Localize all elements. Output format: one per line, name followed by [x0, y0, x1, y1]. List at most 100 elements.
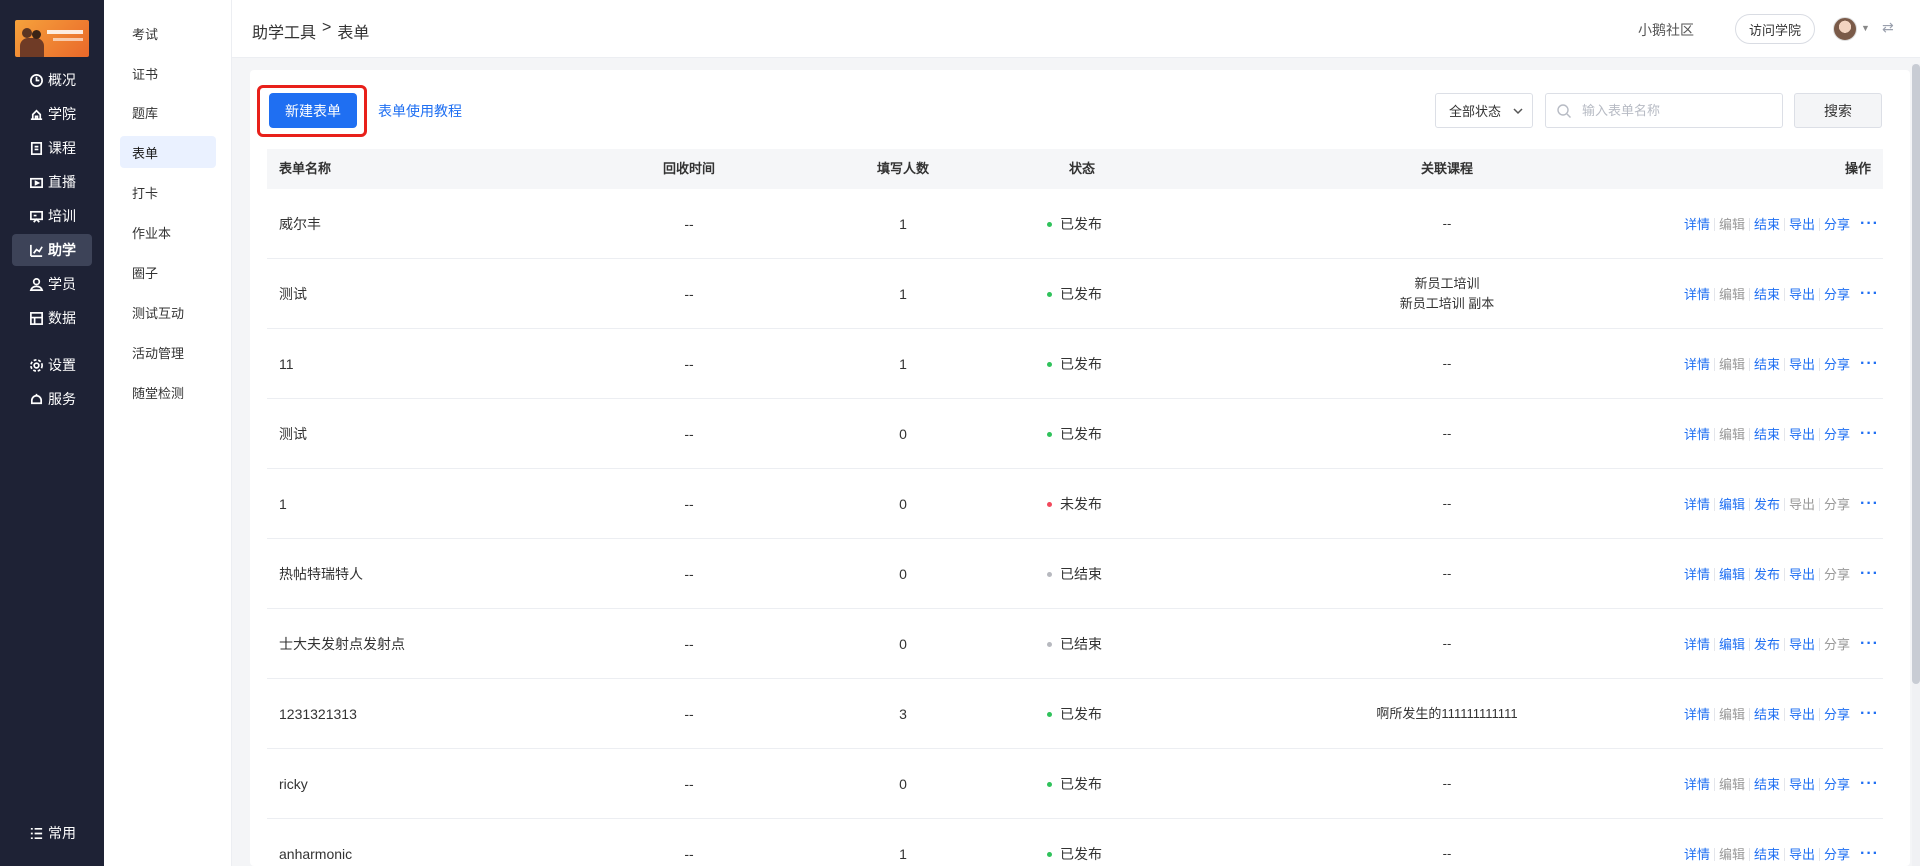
row-action-0[interactable]: 详情 [1680, 428, 1714, 441]
row-action-4[interactable]: 分享 [1819, 637, 1854, 651]
breadcrumb-parent[interactable]: 助学工具 [252, 19, 316, 43]
more-icon[interactable]: ··· [1860, 215, 1879, 233]
nav-item-1[interactable]: 学院 [12, 98, 92, 130]
row-action-0[interactable]: 详情 [1680, 708, 1714, 721]
search-field[interactable] [1545, 93, 1783, 128]
more-icon[interactable]: ··· [1860, 495, 1879, 513]
row-action-3[interactable]: 导出 [1783, 707, 1819, 721]
new-form-button[interactable]: 新建表单 [269, 93, 357, 128]
status-cell: 已发布 [1047, 749, 1102, 819]
nav-item-9[interactable]: 服务 [12, 383, 92, 415]
row-action-1[interactable]: 编辑 [1713, 567, 1749, 581]
more-icon[interactable]: ··· [1860, 355, 1879, 373]
row-action-1[interactable]: 编辑 [1713, 847, 1749, 861]
row-action-0[interactable]: 详情 [1680, 778, 1714, 791]
subnav-item[interactable]: 考试 [120, 17, 216, 49]
row-action-3[interactable]: 导出 [1783, 427, 1819, 441]
more-icon[interactable]: ··· [1860, 705, 1879, 723]
row-action-2[interactable]: 结束 [1748, 287, 1784, 301]
status-text: 已结束 [1060, 636, 1102, 652]
row-action-3[interactable]: 导出 [1783, 777, 1819, 791]
academy-logo[interactable] [15, 20, 89, 57]
row-action-4[interactable]: 分享 [1819, 427, 1854, 441]
row-action-3[interactable]: 导出 [1783, 357, 1819, 371]
row-action-1[interactable]: 编辑 [1713, 497, 1749, 511]
row-action-1[interactable]: 编辑 [1713, 427, 1749, 441]
row-action-4[interactable]: 分享 [1819, 287, 1854, 301]
row-action-2[interactable]: 结束 [1748, 217, 1784, 231]
status-filter-select[interactable]: 全部状态 [1435, 93, 1533, 128]
nav-item-label: 服务 [48, 391, 76, 407]
subnav-item[interactable]: 测试互动 [120, 296, 216, 328]
row-action-1[interactable]: 编辑 [1713, 357, 1749, 371]
more-icon[interactable]: ··· [1860, 775, 1879, 793]
row-action-0[interactable]: 详情 [1680, 288, 1714, 301]
row-action-0[interactable]: 详情 [1680, 568, 1714, 581]
form-tutorial-link[interactable]: 表单使用教程 [378, 101, 462, 121]
subnav-item[interactable]: 随堂检测 [120, 376, 216, 408]
row-action-1[interactable]: 编辑 [1713, 637, 1749, 651]
row-action-3[interactable]: 导出 [1783, 847, 1819, 861]
row-action-3[interactable]: 导出 [1783, 217, 1819, 231]
row-action-2[interactable]: 发布 [1748, 637, 1784, 651]
subnav-item[interactable]: 圈子 [120, 256, 216, 288]
more-icon[interactable]: ··· [1860, 635, 1879, 653]
row-action-0[interactable]: 详情 [1680, 638, 1714, 651]
nav-item-5[interactable]: 助学 [12, 234, 92, 266]
row-action-4[interactable]: 分享 [1819, 497, 1854, 511]
row-action-1[interactable]: 编辑 [1713, 707, 1749, 721]
nav-item-8[interactable]: 设置 [12, 349, 92, 381]
row-action-3[interactable]: 导出 [1783, 497, 1819, 511]
row-action-4[interactable]: 分享 [1819, 217, 1854, 231]
nav-item-0[interactable]: 概况 [12, 64, 92, 96]
swap-icon[interactable]: ⇄ [1882, 19, 1894, 36]
more-icon[interactable]: ··· [1860, 845, 1879, 863]
row-action-2[interactable]: 结束 [1748, 777, 1784, 791]
nav-item-3[interactable]: 直播 [12, 166, 92, 198]
nav-item-2[interactable]: 课程 [12, 132, 92, 164]
table-row: 11 -- 1 已发布 -- 详情 编辑 结束 导出 分享 ··· [267, 329, 1883, 399]
row-action-3[interactable]: 导出 [1783, 637, 1819, 651]
row-action-1[interactable]: 编辑 [1713, 287, 1749, 301]
subnav-item[interactable]: 表单 [120, 136, 216, 168]
subnav-item[interactable]: 作业本 [120, 216, 216, 248]
more-icon[interactable]: ··· [1860, 565, 1879, 583]
subnav-item[interactable]: 活动管理 [120, 336, 216, 368]
fill-count: 0 [899, 566, 907, 582]
row-action-0[interactable]: 详情 [1680, 848, 1714, 861]
row-action-0[interactable]: 详情 [1680, 218, 1714, 231]
row-action-2[interactable]: 结束 [1748, 357, 1784, 371]
scrollbar-thumb[interactable] [1912, 64, 1920, 684]
search-button[interactable]: 搜索 [1794, 93, 1882, 128]
row-action-4[interactable]: 分享 [1819, 567, 1854, 581]
row-action-2[interactable]: 结束 [1748, 427, 1784, 441]
row-action-4[interactable]: 分享 [1819, 777, 1854, 791]
row-action-2[interactable]: 发布 [1748, 567, 1784, 581]
nav-item-common[interactable]: 常用 [12, 817, 92, 849]
row-action-0[interactable]: 详情 [1680, 358, 1714, 371]
row-action-3[interactable]: 导出 [1783, 567, 1819, 581]
search-input[interactable] [1582, 95, 1772, 126]
subnav-item[interactable]: 打卡 [120, 176, 216, 208]
visit-academy-button[interactable]: 访问学院 [1735, 14, 1815, 44]
row-action-4[interactable]: 分享 [1819, 847, 1854, 861]
row-action-0[interactable]: 详情 [1680, 498, 1714, 511]
community-link[interactable]: 小鹅社区 [1638, 20, 1694, 40]
row-action-4[interactable]: 分享 [1819, 357, 1854, 371]
row-action-1[interactable]: 编辑 [1713, 777, 1749, 791]
subnav-item[interactable]: 证书 [120, 57, 216, 89]
row-action-2[interactable]: 发布 [1748, 497, 1784, 511]
nav-item-6[interactable]: 学员 [12, 268, 92, 300]
row-action-3[interactable]: 导出 [1783, 287, 1819, 301]
avatar[interactable] [1833, 17, 1857, 41]
nav-item-4[interactable]: 培训 [12, 200, 92, 232]
row-action-2[interactable]: 结束 [1748, 707, 1784, 721]
caret-down-icon[interactable]: ▼ [1861, 23, 1870, 33]
row-action-2[interactable]: 结束 [1748, 847, 1784, 861]
more-icon[interactable]: ··· [1860, 425, 1879, 443]
row-action-4[interactable]: 分享 [1819, 707, 1854, 721]
row-action-1[interactable]: 编辑 [1713, 217, 1749, 231]
more-icon[interactable]: ··· [1860, 285, 1879, 303]
nav-item-7[interactable]: 数据 [12, 302, 92, 334]
subnav-item[interactable]: 题库 [120, 96, 216, 128]
